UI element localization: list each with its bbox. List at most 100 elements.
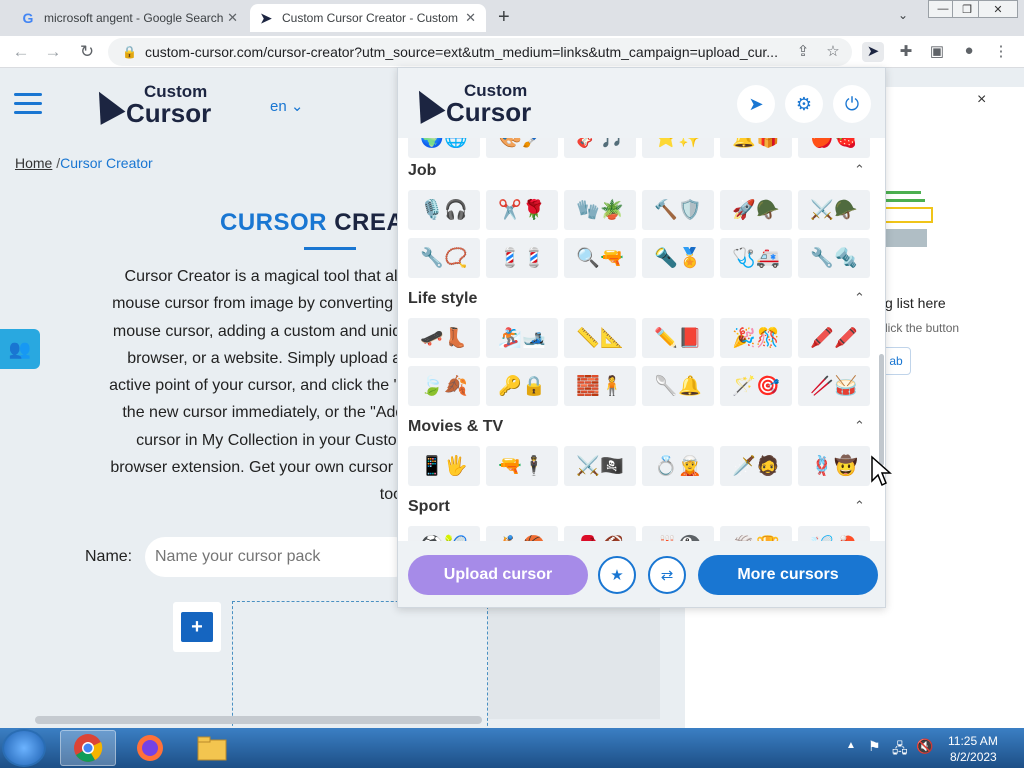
cursor-pack-tile[interactable]: 🔧🔩 (798, 238, 870, 278)
cursor-pack-tile[interactable]: 🌍🌐 (408, 138, 480, 158)
collapse-chevron-icon[interactable]: ⌃ (854, 498, 865, 514)
chrome-taskbar-icon[interactable] (60, 730, 116, 766)
tab-google-search[interactable]: G microsoft angent - Google Search ✕ (12, 4, 248, 32)
cursor-pack-tile[interactable]: 🎙️🎧 (408, 190, 480, 230)
upload-dropzone[interactable] (232, 601, 488, 731)
close-tab-icon[interactable]: ✕ (465, 10, 476, 26)
cursor-pack-tile[interactable]: 🪢🤠 (798, 446, 870, 486)
firefox-taskbar-icon[interactable] (122, 730, 178, 766)
clock-date[interactable]: 8/2/2023 (950, 750, 997, 764)
more-cursors-button[interactable]: More cursors (698, 555, 878, 595)
cursor-pack-tile[interactable]: 🎸🎵 (564, 138, 636, 158)
cursor-pack-tile[interactable]: ⚽🎾 (408, 526, 480, 541)
cursor-pack-tile[interactable]: ⚔️🏴‍☠️ (564, 446, 636, 486)
back-icon[interactable]: ← (10, 42, 32, 62)
share-icon[interactable]: ⇄ (648, 556, 686, 594)
horizontal-scrollbar[interactable] (35, 716, 482, 724)
cursor-pack-tile[interactable]: 🍎🍓 (798, 138, 870, 158)
cursor-pack-tile[interactable]: 🏂🎿 (486, 318, 558, 358)
cursor-pack-name-input[interactable] (145, 537, 415, 577)
category-title-movies-tv: Movies & TV (408, 418, 504, 435)
profile-avatar-icon[interactable]: ● (958, 42, 980, 62)
tab-label: microsoft angent - Google Search (44, 11, 224, 25)
clock-time[interactable]: 11:25 AM (948, 734, 998, 748)
empty-list-illustration (881, 191, 935, 261)
cursor-pack-tile[interactable]: ⭐✨ (642, 138, 714, 158)
cursor-pack-tile[interactable]: 🚀🪖 (720, 190, 792, 230)
cursor-pack-tile[interactable]: 🏸🏓 (798, 526, 870, 541)
cursor-pack-tile[interactable]: 🖍️🖍️ (798, 318, 870, 358)
cursor-pack-tile[interactable]: 🔔🎁 (720, 138, 792, 158)
cursor-pack-tile[interactable]: ✂️🌹 (486, 190, 558, 230)
volume-muted-icon[interactable]: 🔇 (916, 738, 933, 755)
cursor-pack-tile[interactable]: 📏📐 (564, 318, 636, 358)
cursor-pack-tile[interactable]: 💍🧝 (642, 446, 714, 486)
cursor-pack-tile[interactable]: 💈💈 (486, 238, 558, 278)
cursor-pack-tile[interactable]: 🏐🏆 (720, 526, 792, 541)
cursor-pack-tile[interactable]: ✏️📕 (642, 318, 714, 358)
share-icon[interactable]: ⇪ (792, 42, 814, 62)
cursor-pack-tile[interactable]: 🔨🛡️ (642, 190, 714, 230)
cursor-pack-tile[interactable]: 🏌️🏀 (486, 526, 558, 541)
extensions-puzzle-icon[interactable]: ✚ (895, 42, 917, 62)
cursor-pack-tile[interactable]: 🧱🧍 (564, 366, 636, 406)
hamburger-menu-icon[interactable] (14, 93, 42, 115)
cursor-pack-tile[interactable]: 🗡️🧔 (720, 446, 792, 486)
site-logo[interactable]: Custom Cursor (86, 83, 211, 126)
address-bar[interactable]: 🔒 custom-cursor.com/cursor-creator?utm_s… (108, 38, 852, 66)
cursor-pack-tile[interactable]: 🪄🎯 (720, 366, 792, 406)
partial-category-row: 🌍🌐 🎨🖌️ 🎸🎵 ⭐✨ 🔔🎁 🍎🍓 (408, 138, 870, 158)
menu-kebab-icon[interactable]: ⋮ (990, 42, 1012, 62)
new-tab-icon[interactable]: + (498, 6, 510, 29)
cursor-pack-tile[interactable]: 📱🖐️ (408, 446, 480, 486)
custom-cursor-extension-icon[interactable]: ➤ (862, 42, 884, 62)
settings-gear-icon[interactable]: ⚙ (785, 85, 823, 123)
explorer-taskbar-icon[interactable] (184, 730, 240, 766)
add-cursor-button[interactable]: + (181, 612, 213, 642)
cursor-pack-tile[interactable]: 🥊🏈 (564, 526, 636, 541)
cursor-collections-list: 🌍🌐 🎨🖌️ 🎸🎵 ⭐✨ 🔔🎁 🍎🍓 Job ⌃ 🎙️🎧 ✂️🌹 🧤🪴 🔨🛡️ 🚀🪖 ⚔️🪖 🔧📿 💈💈… (398, 138, 876, 541)
side-panel-icon[interactable]: ▣ (926, 42, 948, 62)
reload-icon[interactable]: ↻ (76, 42, 98, 62)
popup-scrollbar[interactable] (879, 354, 884, 466)
cursor-pack-tile[interactable]: 🎉🎊 (720, 318, 792, 358)
tab-search-icon[interactable]: ⌄ (898, 8, 908, 22)
favorites-star-icon[interactable]: ★ (598, 556, 636, 594)
bookmark-star-icon[interactable]: ☆ (822, 42, 844, 62)
action-center-icon[interactable]: ⚑ (868, 738, 881, 755)
cursor-pack-tile[interactable]: 🎳🎱 (642, 526, 714, 541)
forward-icon[interactable]: → (42, 42, 64, 62)
start-button-icon[interactable] (2, 729, 46, 767)
power-icon[interactable]: ⏻ (833, 85, 871, 123)
show-hidden-icons-icon[interactable]: ▲ (846, 740, 856, 751)
collapse-chevron-icon[interactable]: ⌃ (854, 290, 865, 306)
cursor-pack-tile[interactable]: 🍃🍂 (408, 366, 480, 406)
cursor-pack-tile[interactable]: 🔦🏅 (642, 238, 714, 278)
community-widget-icon[interactable]: 👥 (0, 329, 40, 369)
cursor-pack-tile[interactable]: 🧤🪴 (564, 190, 636, 230)
cursor-pack-tile[interactable]: 🔍🔫 (564, 238, 636, 278)
collapse-chevron-icon[interactable]: ⌃ (854, 162, 865, 178)
close-tab-icon[interactable]: ✕ (227, 10, 238, 26)
close-panel-icon[interactable]: × (977, 91, 986, 109)
cursor-pack-tile[interactable]: 🛹👢 (408, 318, 480, 358)
cursor-pack-tile[interactable]: 🥄🔔 (642, 366, 714, 406)
upload-cursor-button[interactable]: Upload cursor (408, 555, 588, 595)
cursor-toggle-icon[interactable]: ➤ (737, 85, 775, 123)
cursor-pack-tile[interactable]: 🔫🕴️ (486, 446, 558, 486)
cursor-pack-tile[interactable]: 🩺🚑 (720, 238, 792, 278)
breadcrumb-home-link[interactable]: Home (15, 155, 52, 171)
cursor-logo-icon (406, 83, 446, 124)
cursor-pack-tile[interactable]: 🔧📿 (408, 238, 480, 278)
tab-custom-cursor[interactable]: ➤ Custom Cursor Creator - Custom ✕ (250, 4, 486, 32)
collapse-chevron-icon[interactable]: ⌃ (854, 418, 865, 434)
close-window-icon[interactable]: ✕ (978, 0, 1018, 18)
network-icon[interactable]: 🖧 (892, 738, 908, 762)
breadcrumb: Home /Cursor Creator (15, 155, 153, 171)
cursor-pack-tile[interactable]: 🥢🥁 (798, 366, 870, 406)
cursor-pack-tile[interactable]: ⚔️🪖 (798, 190, 870, 230)
cursor-pack-tile[interactable]: 🎨🖌️ (486, 138, 558, 158)
chrome-icon (74, 734, 103, 762)
language-selector[interactable]: en ⌄ (270, 97, 303, 115)
cursor-pack-tile[interactable]: 🔑🔒 (486, 366, 558, 406)
